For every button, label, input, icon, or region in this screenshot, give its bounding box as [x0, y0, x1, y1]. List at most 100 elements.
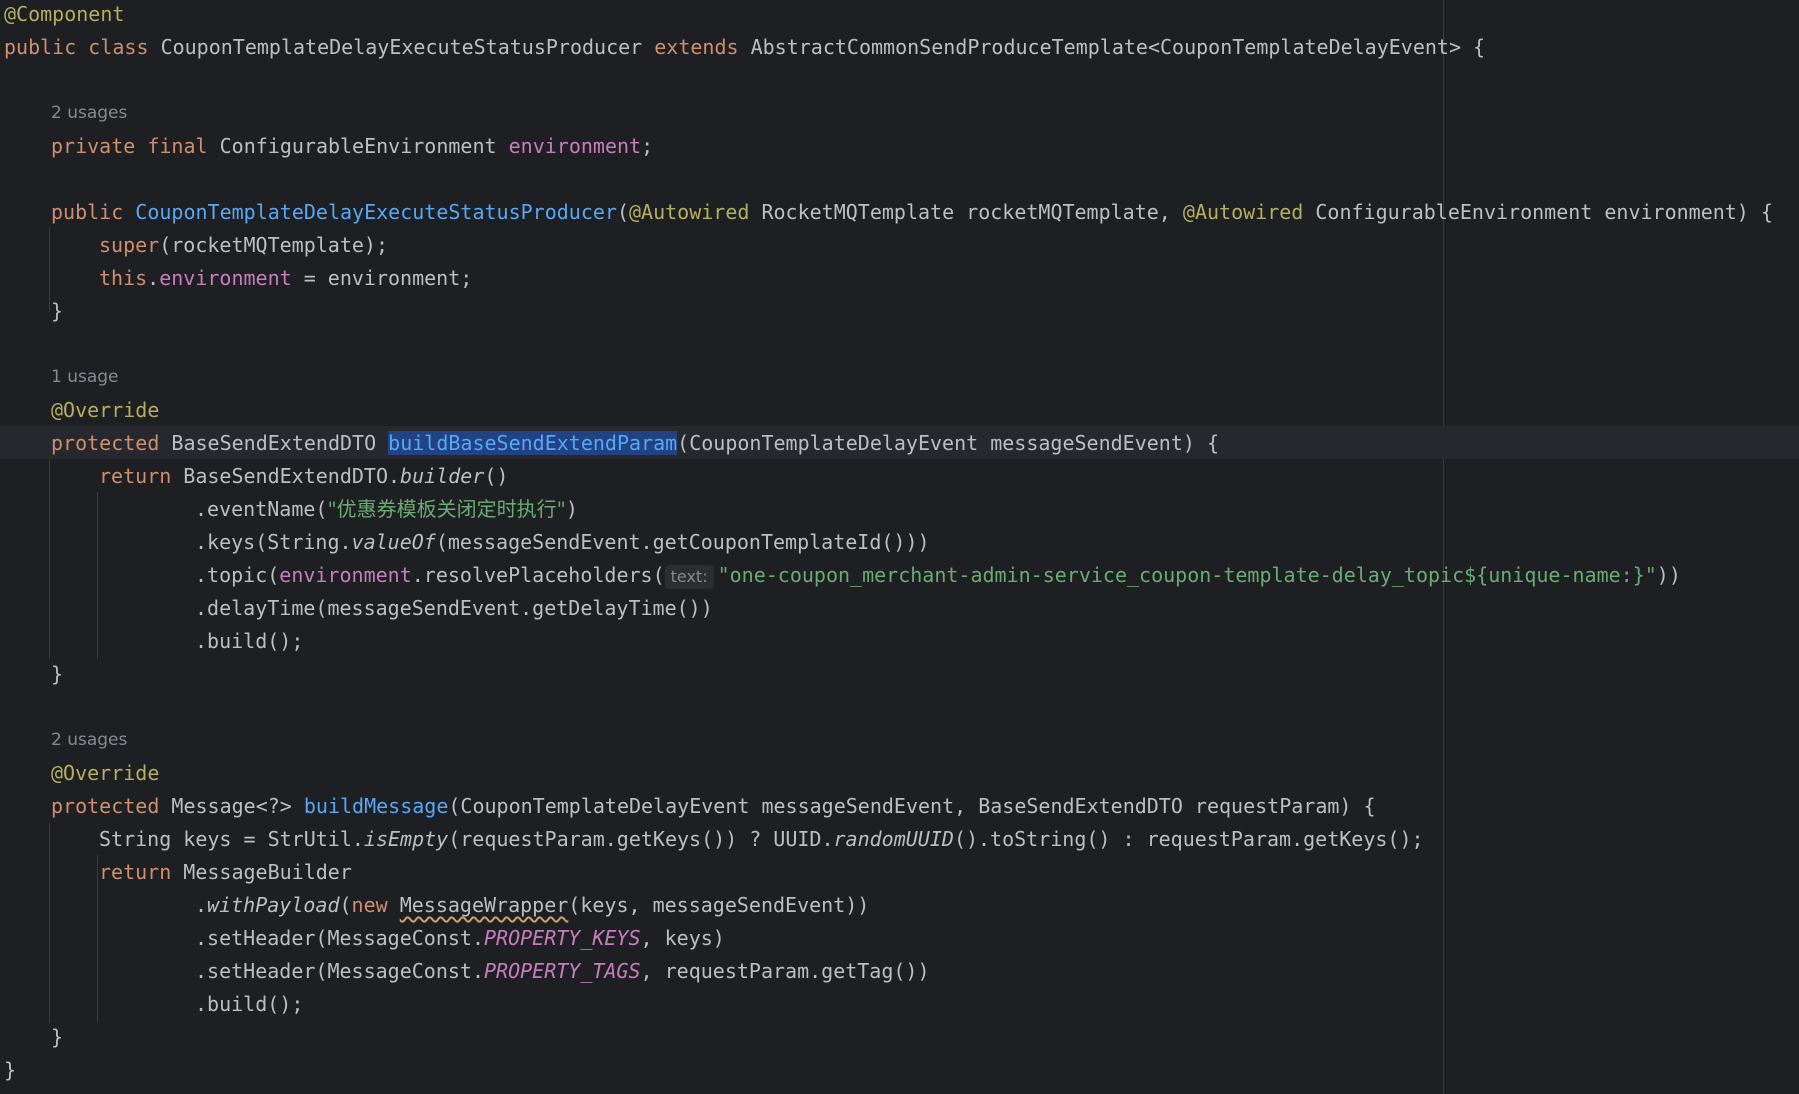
static-method-call: isEmpty: [363, 827, 449, 851]
code-line[interactable]: @Override: [51, 757, 159, 790]
keyword: public: [51, 200, 124, 224]
code-line[interactable]: .build();: [195, 988, 303, 1021]
code-line[interactable]: .topic(environment.resolvePlaceholders(t…: [195, 559, 1681, 592]
keyword: public: [4, 35, 77, 59]
keyword: super: [99, 233, 160, 257]
annotation: @Autowired: [1182, 200, 1304, 224]
method-name: buildMessage: [303, 794, 449, 818]
indent-guide: [49, 227, 50, 312]
constructor-name: CouponTemplateDelayExecuteStatusProducer: [135, 200, 617, 224]
code-text: .build();: [195, 992, 304, 1016]
keyword: extends: [654, 35, 739, 59]
code-text: BaseSendExtendDTO.: [183, 464, 401, 488]
field-name: environment: [508, 134, 642, 158]
code-line[interactable]: }: [4, 1054, 16, 1087]
code-editor[interactable]: @Component public class CouponTemplateDe…: [0, 0, 1799, 1094]
parameter-list: (CouponTemplateDelayEvent messageSendEve…: [677, 431, 1220, 455]
indent-guide: [49, 459, 50, 659]
code-line[interactable]: protected BaseSendExtendDTO buildBaseSen…: [51, 427, 1219, 460]
code-line[interactable]: }: [51, 1021, 63, 1054]
code-line[interactable]: .eventName("优惠券模板关闭定时执行"): [195, 493, 578, 526]
code-line[interactable]: this.environment = environment;: [99, 262, 472, 295]
code-line[interactable]: .keys(String.valueOf(messageSendEvent.ge…: [195, 526, 930, 559]
code-line[interactable]: private final ConfigurableEnvironment en…: [51, 130, 653, 163]
code-text: .resolvePlaceholders(: [411, 563, 665, 587]
code-line[interactable]: return BaseSendExtendDTO.builder(): [99, 460, 508, 493]
punctuation: (: [339, 893, 352, 917]
code-text: .topic(: [195, 563, 280, 587]
code-line[interactable]: super(rocketMQTemplate);: [99, 229, 388, 262]
keyword: private: [51, 134, 136, 158]
punctuation: (: [616, 200, 629, 224]
class-name: MessageBuilder: [183, 860, 352, 884]
code-line[interactable]: }: [51, 295, 63, 328]
keyword: class: [88, 35, 149, 59]
code-text: (rocketMQTemplate);: [159, 233, 388, 257]
punctuation: )): [1656, 563, 1681, 587]
code-text: .keys(String.: [195, 530, 352, 554]
code-text: , keys): [640, 926, 725, 950]
code-line[interactable]: return MessageBuilder: [99, 856, 352, 889]
code-text: .build();: [195, 629, 304, 653]
code-text: (messageSendEvent.getCouponTemplateId())…: [435, 530, 930, 554]
code-text: , requestParam.getTag()): [640, 959, 930, 983]
parameter: RocketMQTemplate rocketMQTemplate,: [761, 200, 1171, 224]
indent-guide: [49, 823, 50, 1023]
type-name: Message<?>: [171, 794, 292, 818]
indent-guide: [97, 492, 98, 659]
annotation: @Override: [51, 761, 160, 785]
parent-class: AbstractCommonSendProduceTemplate<Coupon…: [750, 35, 1486, 59]
code-line[interactable]: String keys = StrUtil.isEmpty(requestPar…: [99, 823, 1424, 856]
punctuation: .: [147, 266, 160, 290]
static-constant: PROPERTY_KEYS: [483, 926, 641, 950]
static-constant: PROPERTY_TAGS: [483, 959, 641, 983]
code-text: (keys, messageSendEvent)): [568, 893, 870, 917]
usages-hint[interactable]: 1 usage: [51, 361, 119, 394]
code-text: ().toString() : requestParam.getKeys();: [953, 827, 1424, 851]
closing-brace: }: [51, 662, 64, 686]
type-name: ConfigurableEnvironment: [219, 134, 497, 158]
parameter-name-hint: text:: [664, 565, 714, 589]
usages-hint[interactable]: 2 usages: [51, 97, 127, 130]
closing-brace: }: [51, 1025, 64, 1049]
parameter-list: (CouponTemplateDelayEvent messageSendEve…: [448, 794, 1376, 818]
code-line[interactable]: }: [51, 658, 63, 691]
usages-hint[interactable]: 2 usages: [51, 724, 127, 757]
code-line[interactable]: @Component: [4, 0, 124, 31]
code-line[interactable]: public CouponTemplateDelayExecuteStatusP…: [51, 196, 1773, 229]
keyword: final: [147, 134, 208, 158]
code-line[interactable]: .build();: [195, 625, 303, 658]
indent-guide: [97, 855, 98, 1022]
keyword: return: [99, 860, 172, 884]
static-method-call: valueOf: [351, 530, 436, 554]
annotation: @Override: [51, 398, 160, 422]
code-line[interactable]: .withPayload(new MessageWrapper(keys, me…: [195, 889, 869, 922]
static-method-call: randomUUID: [833, 827, 954, 851]
code-line[interactable]: .delayTime(messageSendEvent.getDelayTime…: [195, 592, 713, 625]
code-line[interactable]: protected Message<?> buildMessage(Coupon…: [51, 790, 1376, 823]
code-text: (requestParam.getKeys()) ? UUID.: [448, 827, 834, 851]
static-method-call: withPayload: [207, 893, 340, 917]
annotation: @Component: [4, 2, 125, 26]
code-line[interactable]: .setHeader(MessageConst.PROPERTY_TAGS, r…: [195, 955, 930, 988]
annotation: @Autowired: [628, 200, 750, 224]
keyword: new: [351, 893, 388, 917]
keyword: this: [99, 266, 148, 290]
code-line[interactable]: public class CouponTemplateDelayExecuteS…: [4, 31, 1485, 64]
code-text: .setHeader(MessageConst.: [195, 959, 484, 983]
code-line[interactable]: @Override: [51, 394, 159, 427]
method-name: buildBaseSendExtendParam: [388, 431, 678, 455]
right-margin-guide: [1443, 0, 1444, 1094]
static-method-call: builder: [400, 464, 485, 488]
punctuation: ): [565, 497, 578, 521]
code-text: .delayTime(messageSendEvent.getDelayTime…: [195, 596, 713, 620]
keyword: protected: [51, 794, 160, 818]
code-text: String keys = StrUtil.: [99, 827, 364, 851]
class-name: CouponTemplateDelayExecuteStatusProducer: [160, 35, 643, 59]
closing-brace: }: [4, 1058, 17, 1082]
code-text: = environment;: [291, 266, 473, 290]
punctuation: ;: [641, 134, 654, 158]
class-name-warning[interactable]: MessageWrapper: [400, 893, 569, 917]
code-line[interactable]: .setHeader(MessageConst.PROPERTY_KEYS, k…: [195, 922, 725, 955]
code-text: .setHeader(MessageConst.: [195, 926, 484, 950]
